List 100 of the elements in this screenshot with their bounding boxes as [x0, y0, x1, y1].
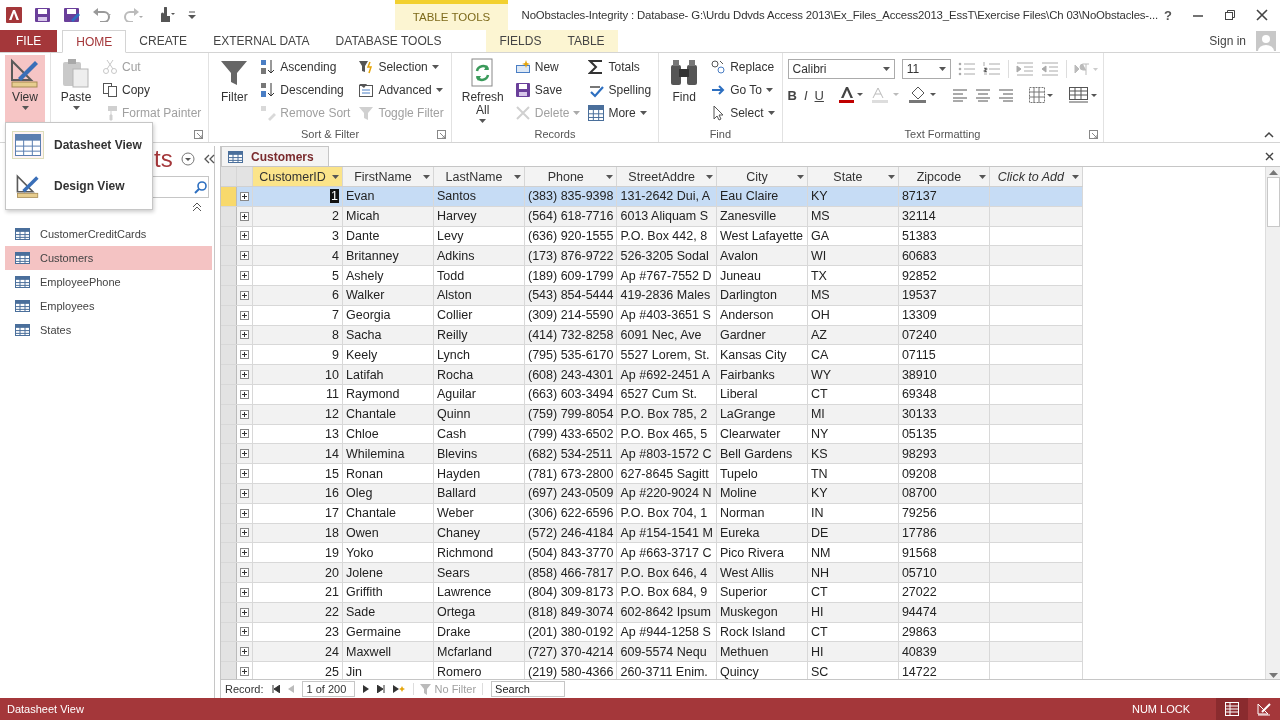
fill-color-icon[interactable]	[907, 86, 938, 104]
column-header[interactable]: CustomerID	[252, 167, 343, 187]
expand-icon[interactable]	[240, 251, 249, 261]
first-record-icon[interactable]	[271, 685, 280, 693]
ribbon-tab[interactable]: EXTERNAL DATA	[200, 30, 323, 52]
expand-icon[interactable]	[240, 469, 249, 479]
font-color-icon[interactable]	[837, 86, 864, 104]
menu-item[interactable]: Datasheet View	[6, 128, 152, 161]
nav-item[interactable]: EmployeePhone	[5, 270, 212, 294]
scroll-down-icon[interactable]	[1268, 673, 1278, 679]
column-header[interactable]: Phone	[524, 167, 617, 187]
ribbon-button[interactable]: Save	[512, 78, 583, 101]
column-header[interactable]: LastName	[433, 167, 525, 187]
expand-icon[interactable]	[240, 627, 249, 637]
save-icon[interactable]	[34, 7, 51, 23]
expand-icon[interactable]	[240, 370, 249, 380]
expand-icon[interactable]	[240, 429, 249, 439]
numbering-icon[interactable]	[982, 61, 1001, 77]
dialog-launcher-icon[interactable]	[194, 129, 204, 139]
column-header[interactable]: FirstName	[342, 167, 434, 187]
expand-icon[interactable]	[240, 211, 249, 221]
scroll-up-icon[interactable]	[1268, 169, 1278, 175]
expand-icon[interactable]	[240, 587, 249, 597]
expand-icon[interactable]	[240, 330, 249, 340]
ribbon-button[interactable]: Descending	[258, 78, 353, 101]
restore-icon[interactable]	[1224, 9, 1236, 21]
view-switch-button[interactable]	[1216, 698, 1248, 720]
nav-item[interactable]: CustomerCreditCards	[5, 222, 212, 246]
ribbon-button[interactable]: More	[586, 101, 654, 124]
column-header[interactable]: State	[807, 167, 899, 187]
ribbon-button[interactable]: Selection	[356, 55, 446, 78]
help-button[interactable]: ?	[1164, 7, 1172, 23]
dialog-launcher-icon[interactable]	[1088, 129, 1098, 139]
ribbon-tab[interactable]: DATABASE TOOLS	[322, 30, 455, 52]
ribbon-tab[interactable]: CREATE	[126, 30, 201, 52]
menu-item[interactable]: Design View	[6, 167, 152, 204]
expand-icon[interactable]	[240, 271, 249, 281]
collapse-pane-icon[interactable]	[202, 153, 215, 164]
expand-icon[interactable]	[240, 568, 249, 578]
expand-icon[interactable]	[240, 191, 249, 201]
ribbon-tab[interactable]: TABLE	[554, 30, 618, 52]
ribbon-button[interactable]: Paste	[56, 55, 96, 124]
nav-item[interactable]: Employees	[5, 294, 212, 318]
sign-in-link[interactable]: Sign in	[1209, 34, 1246, 48]
underline-button[interactable]: U	[814, 87, 824, 103]
undo-icon[interactable]	[92, 8, 112, 22]
expand-icon[interactable]	[240, 409, 249, 419]
font-size-combo[interactable]: 11	[901, 59, 951, 79]
expand-icon[interactable]	[240, 667, 249, 676]
column-header[interactable]: Zipcode	[898, 167, 990, 187]
ribbon-button[interactable]: View	[5, 55, 45, 124]
column-header[interactable]: City	[716, 167, 808, 187]
expand-icon[interactable]	[240, 528, 249, 538]
expand-icon[interactable]	[240, 231, 249, 241]
customize-caret-icon[interactable]	[188, 11, 196, 19]
expand-icon[interactable]	[240, 350, 249, 360]
document-tab[interactable]: Customers	[221, 146, 329, 166]
nav-item[interactable]: States	[5, 318, 212, 342]
ribbon-button[interactable]: Spelling	[586, 78, 654, 101]
row-color-icon[interactable]	[1067, 86, 1098, 104]
expand-icon[interactable]	[240, 449, 249, 459]
gridlines-icon[interactable]	[1027, 86, 1054, 104]
expand-icon[interactable]	[240, 488, 249, 498]
expand-icon[interactable]	[240, 389, 249, 399]
ribbon-button[interactable]: Advanced	[356, 78, 446, 101]
ribbon-button[interactable]: Totals	[586, 55, 654, 78]
ribbon-button[interactable]: Replace	[708, 55, 777, 78]
nav-item[interactable]: Customers	[5, 246, 212, 270]
record-position-field[interactable]: 1 of 200	[301, 681, 355, 697]
column-header[interactable]: Click to Add	[989, 167, 1083, 187]
ribbon-button[interactable]: Filter	[214, 55, 255, 124]
ribbon-button[interactable]: Copy	[100, 78, 204, 101]
ribbon-button[interactable]: Find	[664, 55, 705, 124]
search-icon[interactable]	[194, 180, 208, 194]
column-header[interactable]: StreetAddre	[617, 167, 717, 187]
scroll-thumb[interactable]	[1266, 177, 1280, 227]
expand-icon[interactable]	[240, 647, 249, 657]
save-edit-icon[interactable]	[63, 7, 80, 23]
file-tab[interactable]: FILE	[0, 30, 58, 52]
ribbon-button[interactable]: Select	[708, 101, 777, 124]
ribbon-button[interactable]: New	[512, 55, 583, 78]
ribbon-button[interactable]: Refresh All	[456, 55, 509, 124]
expand-icon[interactable]	[240, 508, 249, 518]
ribbon-button[interactable]: Go To	[708, 78, 777, 101]
last-record-icon[interactable]	[376, 685, 385, 693]
search-field[interactable]: Search	[491, 681, 566, 697]
collapse-ribbon-icon[interactable]	[1264, 131, 1274, 138]
ribbon-tab[interactable]: HOME	[62, 30, 127, 53]
new-record-icon[interactable]	[392, 685, 405, 693]
ribbon-button[interactable]: Ascending	[258, 55, 353, 78]
next-record-icon[interactable]	[362, 685, 369, 693]
close-icon[interactable]	[1265, 152, 1274, 161]
expand-icon[interactable]	[240, 607, 249, 617]
expand-icon[interactable]	[240, 310, 249, 320]
pane-menu-icon[interactable]	[180, 151, 195, 166]
expand-icon[interactable]	[240, 548, 249, 558]
ribbon-tab[interactable]: FIELDS	[486, 30, 555, 52]
expand-icon[interactable]	[240, 290, 249, 300]
italic-button[interactable]: I	[803, 87, 808, 103]
app-logo-icon[interactable]	[6, 7, 22, 23]
